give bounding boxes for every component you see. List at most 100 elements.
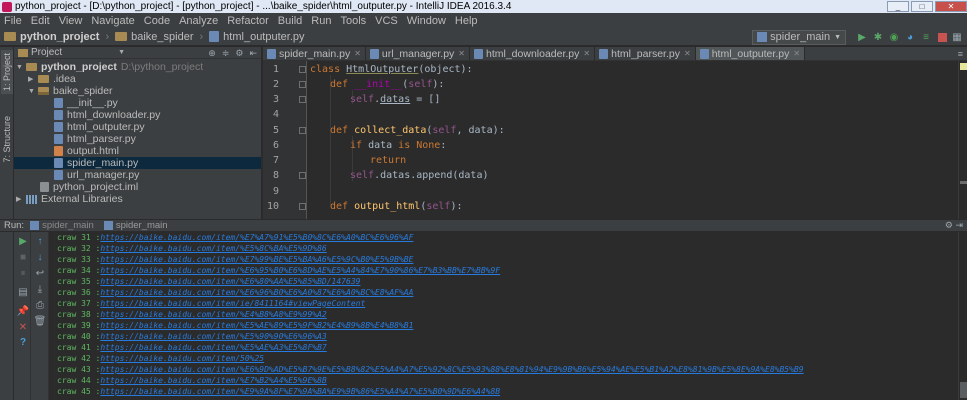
tree-item-idea[interactable]: ▶ .idea	[28, 73, 76, 85]
run-tab-spider-main-2[interactable]: spider_main	[103, 220, 168, 231]
chevron-down-icon[interactable]: ▼	[118, 49, 125, 56]
pin-icon[interactable]: 📌	[17, 305, 29, 317]
fold-marker-icon[interactable]	[299, 96, 306, 103]
structure-tool-tab[interactable]: 7: Structure	[1, 113, 13, 166]
tree-item-output-html[interactable]: output.html	[54, 145, 119, 157]
close-tab-icon[interactable]: ✕	[458, 49, 465, 58]
scroll-thumb[interactable]	[960, 382, 967, 398]
tree-item-spider-main[interactable]: spider_main.py	[14, 157, 261, 169]
tree-item-html-outputer[interactable]: html_outputer.py	[54, 121, 145, 133]
tab-html-downloader[interactable]: html_downloader.py ✕	[470, 47, 596, 60]
scroll-to-end-icon[interactable]: ⤓	[34, 283, 46, 295]
menu-analyze[interactable]: Analyze	[179, 15, 218, 27]
menu-run[interactable]: Run	[311, 15, 331, 27]
console-scrollbar[interactable]	[958, 232, 967, 400]
fold-marker-icon[interactable]	[299, 66, 306, 73]
menu-view[interactable]: View	[59, 15, 83, 27]
tab-url-manager[interactable]: url_manager.py ✕	[366, 47, 470, 60]
tree-item-python-project[interactable]: ▼ python_project D:\python_project	[16, 61, 203, 73]
help-icon[interactable]: ?	[17, 336, 29, 348]
menu-file[interactable]: File	[4, 15, 22, 27]
expanded-arrow-icon[interactable]: ▼	[28, 88, 36, 95]
close-tab-icon[interactable]: ✕	[684, 49, 691, 58]
menu-navigate[interactable]: Navigate	[91, 15, 134, 27]
console-link[interactable]: https://baike.baidu.com/item/%E7%B2%A4%E…	[100, 376, 326, 385]
tab-html-outputer[interactable]: html_outputer.py ✕	[695, 47, 806, 60]
collapsed-arrow-icon[interactable]: ▶	[16, 195, 24, 203]
console-link[interactable]: https://baike.baidu.com/item/%E9%9A%8F%E…	[100, 387, 500, 396]
tree-item-baike-spider[interactable]: ▼ baike_spider	[28, 85, 113, 97]
console-link[interactable]: https://baike.baidu.com/item/%E5%8C%BA%E…	[100, 244, 326, 253]
collapsed-arrow-icon[interactable]: ▶	[28, 75, 36, 83]
menu-edit[interactable]: Edit	[31, 15, 50, 27]
concurrency-icon[interactable]: ≡	[920, 31, 932, 43]
close-tab-icon[interactable]: ✕	[354, 49, 361, 58]
soft-wrap-icon[interactable]: ↩	[34, 267, 46, 279]
fold-marker-icon[interactable]	[299, 203, 306, 210]
tree-item-url-manager[interactable]: url_manager.py	[54, 169, 139, 181]
close-icon[interactable]: ✕	[17, 321, 29, 333]
console-link[interactable]: https://baike.baidu.com/item/%E6%80%AA%E…	[100, 277, 360, 286]
fold-marker-icon[interactable]	[299, 172, 306, 179]
collapse-all-icon[interactable]: ≑	[222, 48, 230, 59]
rerun-icon[interactable]: ▶	[17, 235, 29, 247]
run-icon[interactable]: ▶	[856, 31, 868, 43]
inspection-status-icon[interactable]	[960, 63, 967, 70]
tree-item-html-downloader[interactable]: html_downloader.py	[54, 109, 160, 121]
project-structure-icon[interactable]: ▦	[951, 31, 963, 43]
debug-icon[interactable]: ✱	[872, 31, 884, 43]
stop-icon[interactable]: ■	[17, 251, 29, 263]
menu-refactor[interactable]: Refactor	[227, 15, 269, 27]
profile-icon[interactable]: ◕	[904, 31, 916, 43]
breadcrumb-file[interactable]: html_outputer.py	[209, 31, 305, 43]
coverage-icon[interactable]: ◉	[888, 31, 900, 43]
code-editor[interactable]: class HtmlOutputer(object): def __init__…	[308, 61, 958, 219]
tree-item-html-parser[interactable]: html_parser.py	[54, 133, 136, 145]
console-link[interactable]: https://baike.baidu.com/item/%E4%B8%A8%E…	[100, 310, 326, 319]
menu-build[interactable]: Build	[278, 15, 302, 27]
console-link[interactable]: https://baike.baidu.com/item/%E5%90%90%E…	[100, 332, 326, 341]
console-link[interactable]: https://baike.baidu.com/item/%E7%99%BE%E…	[100, 255, 413, 264]
hide-panel-icon[interactable]: ⇤	[249, 48, 257, 59]
breadcrumb-package[interactable]: baike_spider ›	[115, 31, 203, 43]
scroll-from-source-icon[interactable]: ⊕	[208, 48, 216, 59]
tab-spider-main[interactable]: spider_main.py ✕	[263, 47, 366, 60]
restore-layout-icon[interactable]: ▤	[17, 286, 29, 298]
stop-icon[interactable]	[938, 32, 947, 42]
console-link[interactable]: https://baike.baidu.com/item/%E6%96%B0%E…	[100, 288, 413, 297]
console-link[interactable]: https://baike.baidu.com/item/50%25	[100, 354, 264, 363]
fold-marker-icon[interactable]	[299, 81, 306, 88]
tab-html-parser[interactable]: html_parser.py ✕	[595, 47, 696, 60]
project-tool-tab[interactable]: 1: Project	[1, 50, 13, 95]
console-link[interactable]: https://baike.baidu.com/item/%E6%95%B0%E…	[100, 266, 500, 275]
breadcrumb-project[interactable]: python_project ›	[4, 31, 109, 43]
console-link[interactable]: https://baike.baidu.com/item/%E5%AE%89%E…	[100, 321, 413, 330]
console-link[interactable]: https://baike.baidu.com/item/ie/8411164#…	[100, 299, 365, 308]
console-link[interactable]: https://baike.baidu.com/item/%E7%A7%91%E…	[100, 233, 413, 242]
expanded-arrow-icon[interactable]: ▼	[16, 64, 24, 71]
tree-item-init-py[interactable]: __init__.py	[54, 97, 118, 109]
up-arrow-icon[interactable]: ↑	[34, 235, 46, 247]
menu-vcs[interactable]: VCS	[375, 15, 398, 27]
tab-list-icon[interactable]: ≡	[958, 49, 963, 59]
run-tab-spider-main-1[interactable]: spider_main	[30, 220, 94, 231]
menu-help[interactable]: Help	[455, 15, 478, 27]
maximize-button[interactable]: □	[911, 1, 933, 12]
close-window-button[interactable]: ✕	[935, 1, 967, 12]
clear-all-icon[interactable]: 🗑	[34, 315, 47, 327]
print-icon[interactable]: ⎙	[34, 299, 46, 311]
down-arrow-icon[interactable]: ↓	[34, 251, 46, 263]
console-link[interactable]: https://baike.baidu.com/item/%E6%9D%AD%E…	[100, 365, 803, 374]
run-configuration-select[interactable]: spider_main ▼	[752, 29, 846, 45]
fold-marker-icon[interactable]	[299, 127, 306, 134]
console-output[interactable]: craw 31 : https://baike.baidu.com/item/%…	[49, 232, 967, 400]
gear-icon[interactable]: ⚙	[235, 48, 243, 59]
close-tab-icon[interactable]: ✕	[583, 49, 590, 58]
tree-item-project-iml[interactable]: python_project.iml	[40, 181, 138, 193]
console-link[interactable]: https://baike.baidu.com/item/%E5%AE%A3%E…	[100, 343, 326, 352]
minimize-button[interactable]: _	[887, 1, 909, 12]
pause-icon[interactable]: ⏸	[17, 267, 29, 279]
menu-window[interactable]: Window	[407, 15, 446, 27]
menu-tools[interactable]: Tools	[340, 15, 366, 27]
editor-scrollbar[interactable]	[958, 61, 967, 219]
